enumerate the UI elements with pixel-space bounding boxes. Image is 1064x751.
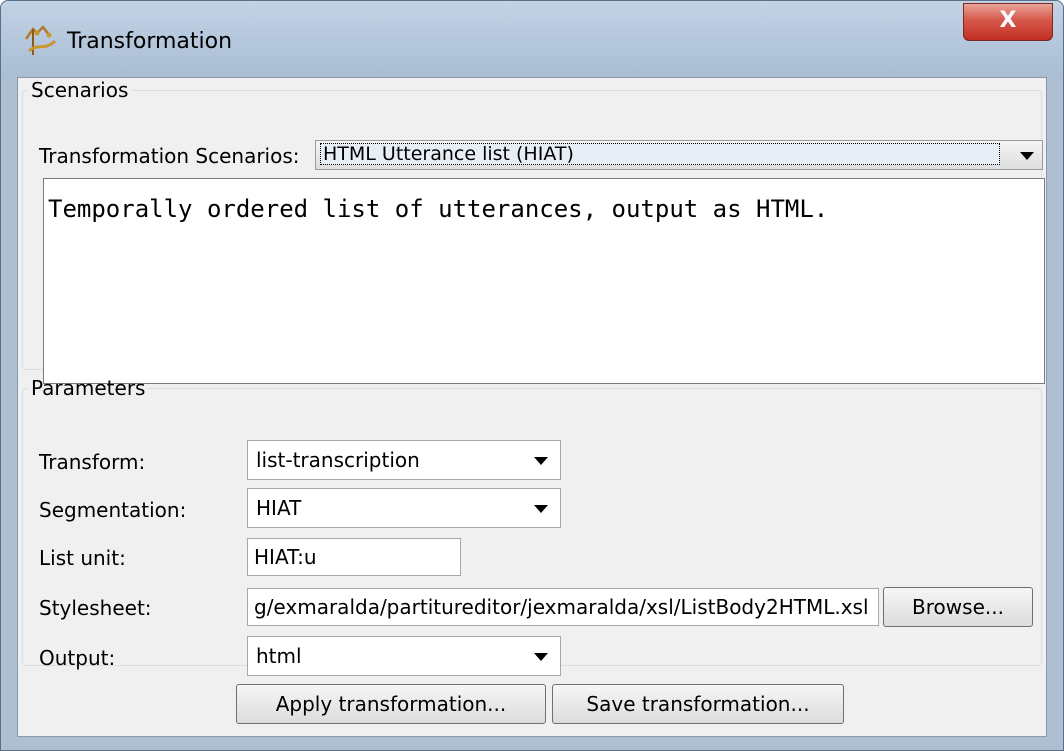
stylesheet-field[interactable]: g/exmaralda/partitureditor/jexmaralda/xs…	[247, 588, 879, 626]
chevron-down-icon[interactable]	[534, 653, 548, 661]
transformation-icon	[23, 25, 59, 57]
browse-button[interactable]: Browse...	[883, 587, 1033, 627]
save-transformation-button[interactable]: Save transformation...	[552, 684, 844, 724]
parameters-group: Parameters Transform: list-transcription…	[22, 376, 1042, 676]
transform-select[interactable]: list-transcription	[247, 440, 561, 480]
window-title: Transformation	[67, 29, 233, 54]
transform-label: Transform:	[39, 450, 146, 474]
stylesheet-label: Stylesheet:	[39, 596, 152, 620]
transform-value: list-transcription	[256, 448, 420, 472]
transformation-dialog: Transformation X Scenarios Transformatio…	[0, 0, 1064, 751]
segmentation-select[interactable]: HIAT	[247, 488, 561, 528]
output-value: html	[256, 644, 302, 668]
list-unit-label: List unit:	[39, 546, 126, 570]
scenario-select[interactable]: HTML Utterance list (HIAT)	[315, 140, 1043, 170]
close-button[interactable]: X	[963, 3, 1053, 41]
title-bar[interactable]: Transformation X	[1, 1, 1063, 77]
parameters-legend: Parameters	[31, 376, 146, 400]
output-select[interactable]: html	[247, 636, 561, 676]
chevron-down-icon[interactable]	[534, 457, 548, 465]
list-unit-field[interactable]: HIAT:u	[247, 538, 461, 576]
apply-transformation-button[interactable]: Apply transformation...	[236, 684, 546, 724]
output-label: Output:	[39, 646, 116, 670]
close-icon: X	[999, 8, 1017, 33]
segmentation-label: Segmentation:	[39, 498, 187, 522]
chevron-down-icon[interactable]	[534, 505, 548, 513]
scenarios-group: Scenarios Transformation Scenarios: HTML…	[22, 78, 1045, 384]
scenario-description: Temporally ordered list of utterances, o…	[43, 178, 1045, 384]
segmentation-value: HIAT	[256, 496, 302, 520]
scenario-selected-value: HTML Utterance list (HIAT)	[320, 143, 1000, 165]
chevron-down-icon[interactable]	[1020, 152, 1034, 160]
dialog-body: Scenarios Transformation Scenarios: HTML…	[17, 77, 1047, 737]
scenarios-legend: Scenarios	[31, 78, 129, 102]
scenarios-label: Transformation Scenarios:	[39, 144, 300, 168]
